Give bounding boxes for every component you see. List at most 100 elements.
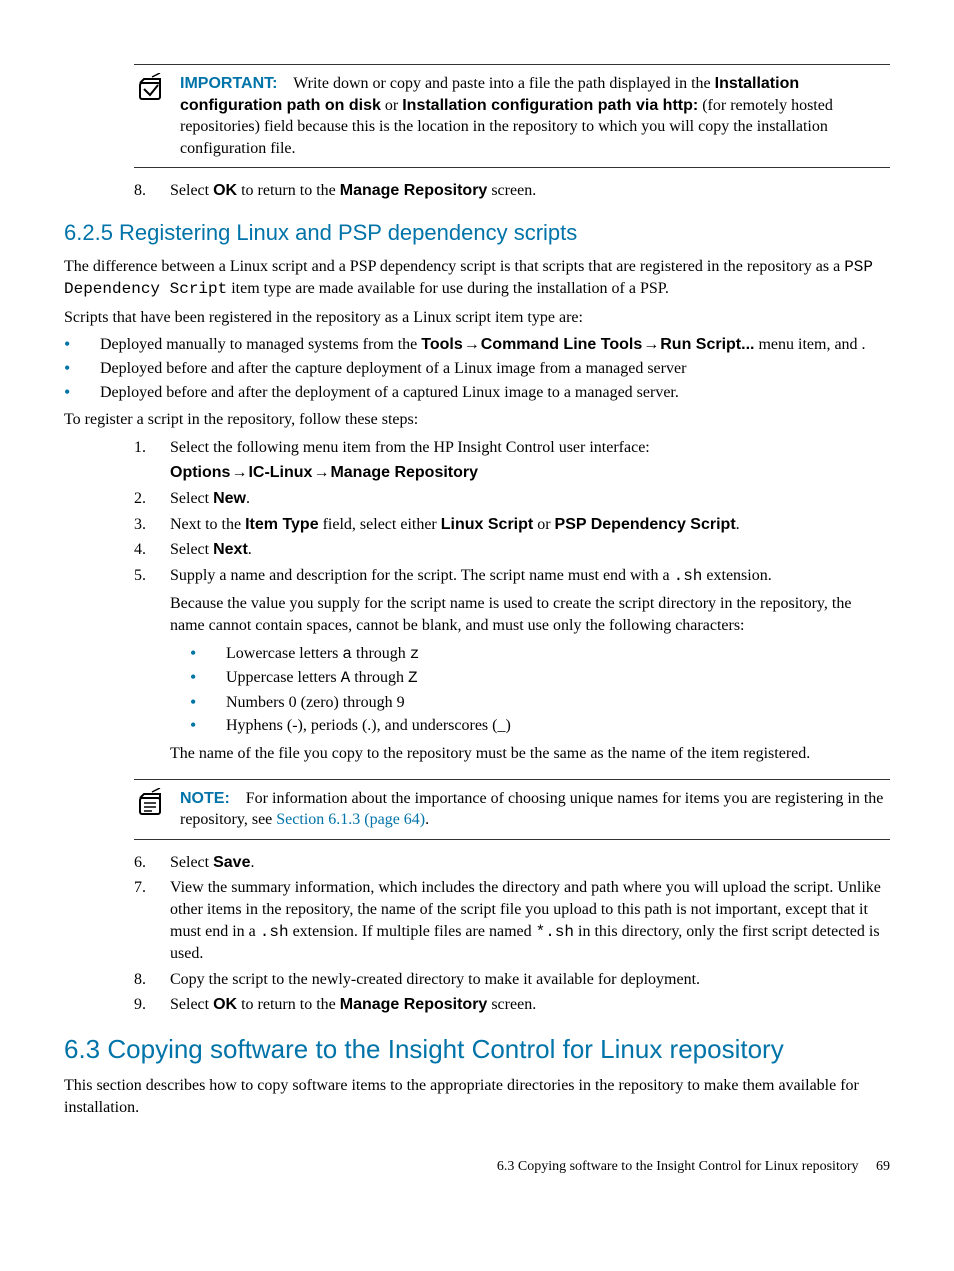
bullet-body: Deployed before and after the deployment… [100, 382, 679, 404]
step-number: 2. [134, 488, 152, 510]
step-text: . [736, 516, 740, 533]
menu-path-item: Run Script... [660, 336, 754, 353]
bullet-item: Hyphens (-), periods (.), and underscore… [190, 715, 890, 737]
bullet-item: Deployed before and after the deployment… [64, 382, 890, 404]
psp-dependency-script-label: PSP Dependency Script [555, 516, 736, 533]
step-text: screen. [487, 182, 536, 199]
step-text: to return to the [237, 182, 340, 199]
manage-repository-label: Manage Repository [340, 996, 488, 1013]
paragraph: To register a script in the repository, … [64, 409, 890, 431]
mono-term: a [342, 645, 352, 663]
arrow-icon: → [230, 464, 248, 481]
step-number: 5. [134, 565, 152, 771]
step-body: Select New. [170, 488, 890, 510]
mono-term: A [341, 669, 351, 687]
menu-path: Options→IC-Linux→Manage Repository [170, 462, 890, 484]
mono-term: z [410, 645, 420, 663]
step-9: 9. Select OK to return to the Manage Rep… [134, 994, 890, 1016]
step-number: 3. [134, 514, 152, 536]
page-footer: 6.3 Copying software to the Insight Cont… [64, 1158, 890, 1177]
ok-label: OK [213, 182, 237, 199]
bullet-text: through [350, 669, 408, 686]
cross-reference-link[interactable]: Section 6.1.3 (page 64) [276, 811, 425, 828]
step-6: 6. Select Save. [134, 852, 890, 874]
bullet-text: Uppercase letters [226, 669, 341, 686]
step-body: View the summary information, which incl… [170, 877, 890, 964]
menu-path-item: Manage Repository [330, 464, 478, 481]
menu-path-item: Options [170, 464, 230, 481]
step-text: Next to the [170, 516, 245, 533]
step-8b: 8. Copy the script to the newly-created … [134, 969, 890, 991]
steps-list-continuation: 8. Select OK to return to the Manage Rep… [134, 180, 890, 202]
step-body: Copy the script to the newly-created dir… [170, 969, 890, 991]
step-text: extension. [702, 567, 771, 584]
bold-term: Installation configuration path via http… [402, 97, 698, 114]
step-text: extension. If multiple files are named [289, 923, 536, 940]
arrow-icon: → [463, 336, 481, 353]
bullet-body: Deployed manually to managed systems fro… [100, 334, 866, 356]
step-number: 8. [134, 180, 152, 202]
paragraph-text: item type are made available for use dur… [227, 280, 669, 297]
page-number: 69 [876, 1159, 890, 1174]
step-body: Select OK to return to the Manage Reposi… [170, 994, 890, 1016]
step-7: 7. View the summary information, which i… [134, 877, 890, 964]
arrow-icon: → [642, 336, 660, 353]
paragraph: Because the value you supply for the scr… [170, 593, 890, 636]
step-text: Select [170, 541, 213, 558]
bullet-text: Lowercase letters [226, 645, 342, 662]
bullet-item: Uppercase letters A through Z [190, 667, 890, 690]
step-3: 3. Next to the Item Type field, select e… [134, 514, 890, 536]
step-text: Select [170, 854, 213, 871]
step-text: . [248, 541, 252, 558]
admonition-important: IMPORTANT: Write down or copy and paste … [134, 64, 890, 168]
step-text: screen. [487, 996, 536, 1013]
step-8: 8. Select OK to return to the Manage Rep… [134, 180, 890, 202]
menu-path-item: Command Line Tools [481, 336, 642, 353]
bullet-item: Numbers 0 (zero) through 9 [190, 692, 890, 714]
mono-term: *.sh [536, 923, 574, 941]
bullet-body: Numbers 0 (zero) through 9 [226, 692, 405, 714]
bullet-item: Lowercase letters a through z [190, 643, 890, 666]
step-text: Select [170, 996, 213, 1013]
paragraph: The name of the file you copy to the rep… [170, 743, 890, 765]
step-body: Next to the Item Type field, select eith… [170, 514, 890, 536]
step-body: Select Next. [170, 539, 890, 561]
arrow-icon: → [312, 464, 330, 481]
step-body: Select the following menu item from the … [170, 437, 890, 484]
steps-list: 1. Select the following menu item from t… [134, 437, 890, 771]
steps-list-continued: 6. Select Save. 7. View the summary info… [134, 852, 890, 1016]
step-1: 1. Select the following menu item from t… [134, 437, 890, 484]
step-text: . [250, 854, 254, 871]
step-4: 4. Select Next. [134, 539, 890, 561]
admonition-label: IMPORTANT: [180, 75, 277, 92]
next-label: Next [213, 541, 248, 558]
step-body: Supply a name and description for the sc… [170, 565, 890, 771]
admonition-text: or [381, 97, 402, 114]
section-heading-6-2-5: 6.2.5 Registering Linux and PSP dependen… [64, 218, 890, 248]
step-number: 4. [134, 539, 152, 561]
note-text: . [425, 811, 429, 828]
bullet-text: through [352, 645, 410, 662]
mono-term: Z [408, 669, 418, 687]
step-number: 1. [134, 437, 152, 484]
mono-term: .sh [260, 923, 289, 941]
step-text: or [533, 516, 554, 533]
important-note-icon [134, 73, 166, 105]
step-text: . [246, 490, 250, 507]
step-text: field, select either [319, 516, 441, 533]
step-text: Supply a name and description for the sc… [170, 567, 674, 584]
bullet-text: menu item, and . [754, 336, 865, 353]
bullet-text: Deployed manually to managed systems fro… [100, 336, 421, 353]
bullet-list: Lowercase letters a through z Uppercase … [190, 643, 890, 737]
new-label: New [213, 490, 246, 507]
ok-label: OK [213, 996, 237, 1013]
step-2: 2. Select New. [134, 488, 890, 510]
step-text: Select the following menu item from the … [170, 437, 890, 459]
bullet-item: Deployed before and after the capture de… [64, 358, 890, 380]
paragraph: Scripts that have been registered in the… [64, 307, 890, 329]
step-text: Select [170, 182, 213, 199]
admonition-note: NOTE: For information about the importan… [134, 779, 890, 840]
step-body: Select Save. [170, 852, 890, 874]
step-number: 7. [134, 877, 152, 964]
bullet-body: Deployed before and after the capture de… [100, 358, 686, 380]
